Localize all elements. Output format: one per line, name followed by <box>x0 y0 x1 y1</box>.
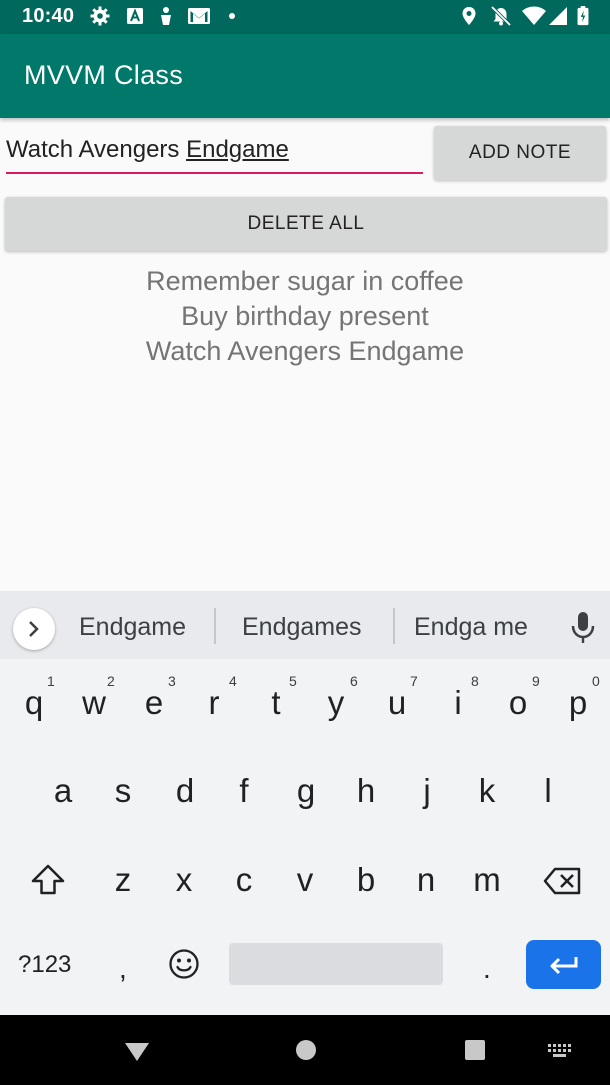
app-bar: MVVM Class <box>0 34 610 118</box>
key-i[interactable]: i <box>428 684 488 722</box>
battery-charging-icon <box>577 6 589 26</box>
gear-icon <box>90 6 110 26</box>
period-key[interactable]: . <box>483 953 491 985</box>
key-hint-6: 6 <box>350 673 358 689</box>
status-time: 10:40 <box>22 5 75 27</box>
suggestion-2[interactable]: Endgames <box>242 613 362 642</box>
key-hint-0: 0 <box>592 673 600 689</box>
key-n[interactable]: n <box>396 861 456 899</box>
suggestion-strip: Endgame Endgames Endga me <box>0 591 610 659</box>
enter-arrow-icon <box>550 957 578 975</box>
notifications-off-icon <box>490 6 512 26</box>
key-c[interactable]: c <box>214 861 274 899</box>
note-item: Remember sugar in coffee <box>146 266 464 296</box>
notification-dot-icon <box>229 13 235 19</box>
key-hint-2: 2 <box>107 673 115 689</box>
status-bar: 10:40 <box>0 0 610 34</box>
key-hint-8: 8 <box>471 673 479 689</box>
key-t[interactable]: t <box>246 684 306 722</box>
space-bar[interactable] <box>229 943 443 985</box>
key-g[interactable]: g <box>276 772 336 810</box>
enter-key[interactable] <box>526 940 601 989</box>
key-hint-5: 5 <box>289 673 297 689</box>
key-m[interactable]: m <box>457 861 517 899</box>
backspace-icon[interactable] <box>543 866 583 896</box>
key-q[interactable]: q <box>4 684 64 722</box>
person-icon <box>161 7 171 25</box>
note-item: Buy birthday present <box>181 301 429 331</box>
note-input[interactable]: Watch Avengers Endgame <box>6 130 423 174</box>
key-w[interactable]: w <box>64 684 124 722</box>
soft-keyboard: Endgame Endgames Endga me q w e r t y u … <box>0 591 610 1015</box>
key-x[interactable]: x <box>154 861 214 899</box>
key-f[interactable]: f <box>214 772 274 810</box>
key-z[interactable]: z <box>93 861 153 899</box>
microphone-icon[interactable] <box>570 611 596 645</box>
key-v[interactable]: v <box>275 861 335 899</box>
suggestion-3[interactable]: Endga me <box>414 613 528 642</box>
add-note-button[interactable]: ADD NOTE <box>434 126 606 180</box>
key-k[interactable]: k <box>457 772 517 810</box>
key-e[interactable]: e <box>124 684 184 722</box>
key-hint-9: 9 <box>532 673 540 689</box>
key-b[interactable]: b <box>336 861 396 899</box>
location-icon <box>462 7 476 25</box>
navigation-bar <box>0 1015 610 1085</box>
wifi-icon <box>522 6 546 25</box>
expand-suggestions-button[interactable] <box>13 608 55 650</box>
gmail-icon <box>188 8 210 24</box>
app-title: MVVM Class <box>24 60 184 90</box>
key-d[interactable]: d <box>155 772 215 810</box>
note-item: Watch Avengers Endgame <box>145 336 465 366</box>
symbols-key[interactable]: ?123 <box>18 951 71 979</box>
key-p[interactable]: p <box>548 684 608 722</box>
key-u[interactable]: u <box>367 684 427 722</box>
suggestion-divider <box>214 608 216 644</box>
keyboard-switch-icon[interactable] <box>548 1044 574 1058</box>
chevron-right-icon <box>29 621 39 637</box>
text-a-icon <box>127 8 143 24</box>
signal-icon <box>549 7 567 25</box>
home-icon[interactable] <box>295 1039 317 1061</box>
comma-key[interactable]: , <box>119 953 127 985</box>
key-a[interactable]: a <box>33 772 93 810</box>
key-l[interactable]: l <box>518 772 578 810</box>
key-j[interactable]: j <box>397 772 457 810</box>
suggestion-1[interactable]: Endgame <box>79 613 186 642</box>
suggestion-divider <box>393 608 395 644</box>
key-hint-1: 1 <box>47 673 55 689</box>
key-h[interactable]: h <box>336 772 396 810</box>
emoji-icon[interactable] <box>168 948 200 980</box>
notes-list: Remember sugar in coffee Buy birthday pr… <box>0 264 610 369</box>
shift-icon[interactable] <box>30 863 66 897</box>
back-icon[interactable] <box>124 1042 150 1062</box>
key-y[interactable]: y <box>306 684 366 722</box>
key-r[interactable]: r <box>184 684 244 722</box>
key-o[interactable]: o <box>488 684 548 722</box>
recents-icon[interactable] <box>464 1039 486 1061</box>
key-hint-3: 3 <box>168 673 176 689</box>
key-s[interactable]: s <box>93 772 153 810</box>
delete-all-button[interactable]: DELETE ALL <box>5 197 607 251</box>
key-hint-7: 7 <box>410 673 418 689</box>
key-hint-4: 4 <box>229 673 237 689</box>
note-input-text: Watch Avengers <box>6 136 187 163</box>
note-input-composing-text: Endgame <box>186 136 289 163</box>
